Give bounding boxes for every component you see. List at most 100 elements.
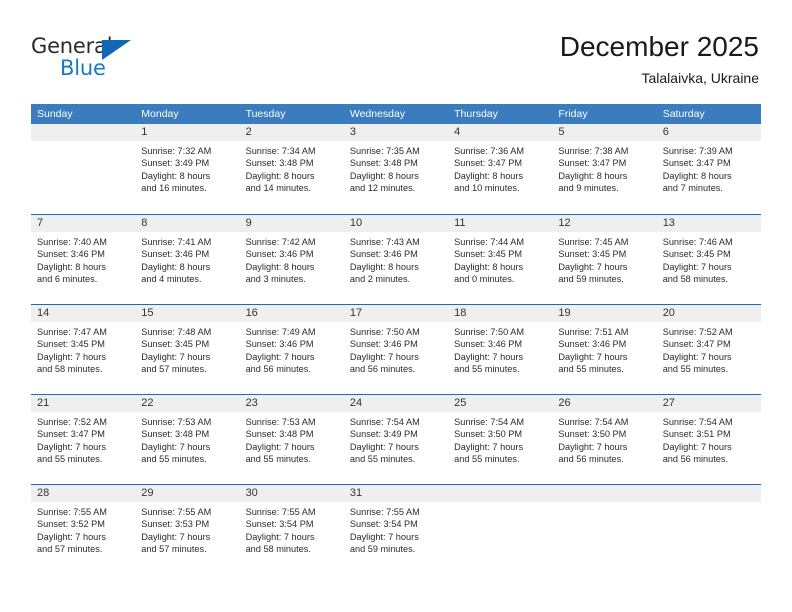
day-number: 1 (135, 124, 240, 141)
daylight-text: Daylight: 7 hours (37, 441, 106, 452)
weekday-header-tuesday: Tuesday (245, 108, 286, 120)
day-number: 24 (343, 395, 449, 412)
daylight-text: Daylight: 8 hours (37, 261, 106, 272)
weekday-header-friday: Friday (558, 108, 588, 120)
daylight-text: and 14 minutes. (245, 183, 311, 194)
sunrise-text: Sunrise: 7:55 AM (141, 507, 212, 517)
day-number (552, 485, 657, 502)
calendar-day-cell[interactable]: 27 Sunrise: 7:54 AM Sunset: 3:51 PM Dayligh… (656, 395, 761, 484)
calendar-day-cell[interactable]: 18 Sunrise: 7:50 AM Sunset: 3:46 PM Dayligh… (448, 305, 553, 394)
day-details: Sunrise: 7:36 AM Sunset: 3:47 PM Daylight:… (448, 141, 552, 195)
day-details: Sunrise: 7:34 AM Sunset: 3:48 PM Daylight:… (240, 141, 344, 195)
daylight-text: and 56 minutes. (558, 454, 624, 465)
sunset-text: Sunset: 3:48 PM (245, 158, 314, 169)
calendar-day-cell[interactable]: 6 Sunrise: 7:39 AM Sunset: 3:47 PM Daylight… (656, 124, 761, 214)
sunrise-text: Sunrise: 7:52 AM (662, 327, 733, 337)
daylight-text: and 56 minutes. (662, 454, 729, 465)
sunset-text: Sunset: 3:45 PM (37, 339, 105, 350)
daylight-text: Daylight: 8 hours (662, 170, 732, 181)
daylight-text: Daylight: 7 hours (454, 441, 524, 452)
calendar-day-cell[interactable]: 14 Sunrise: 7:47 AM Sunset: 3:45 PM Dayligh… (31, 305, 136, 394)
calendar-day-cell[interactable]: 23 Sunrise: 7:53 AM Sunset: 3:48 PM Dayligh… (239, 395, 344, 484)
daylight-text: Daylight: 7 hours (558, 261, 628, 272)
calendar-day-cell[interactable]: 31 Sunrise: 7:55 AM Sunset: 3:54 PM Dayligh… (343, 485, 449, 574)
calendar-week-row: 1 Sunrise: 7:32 AM Sunset: 3:49 PM Daylight… (31, 124, 761, 214)
day-number: 18 (448, 305, 553, 322)
day-number: 29 (135, 485, 240, 502)
calendar-day-cell[interactable]: 17 Sunrise: 7:50 AM Sunset: 3:46 PM Dayligh… (343, 305, 449, 394)
calendar-day-cell[interactable]: 29 Sunrise: 7:55 AM Sunset: 3:53 PM Dayligh… (135, 485, 240, 574)
sunrise-text: Sunrise: 7:48 AM (141, 327, 212, 337)
calendar-day-cell[interactable]: 13 Sunrise: 7:46 AM Sunset: 3:45 PM Dayligh… (656, 215, 761, 304)
calendar-day-cell[interactable]: 24 Sunrise: 7:54 AM Sunset: 3:49 PM Dayligh… (343, 395, 449, 484)
general-blue-logo[interactable]: General Blue (31, 34, 191, 86)
day-details: Sunrise: 7:50 AM Sunset: 3:46 PM Daylight:… (448, 322, 552, 376)
daylight-text: Daylight: 8 hours (558, 170, 628, 181)
day-details: Sunrise: 7:38 AM Sunset: 3:47 PM Daylight:… (552, 141, 656, 195)
day-number (448, 485, 553, 502)
calendar-day-cell[interactable]: 12 Sunrise: 7:45 AM Sunset: 3:45 PM Dayligh… (552, 215, 657, 304)
day-number: 9 (239, 215, 344, 232)
sunrise-text: Sunrise: 7:45 AM (558, 237, 629, 247)
calendar-day-cell[interactable]: 30 Sunrise: 7:55 AM Sunset: 3:54 PM Dayligh… (239, 485, 344, 574)
sunset-text: Sunset: 3:47 PM (454, 158, 523, 169)
daylight-text: Daylight: 7 hours (141, 351, 211, 362)
sunset-text: Sunset: 3:52 PM (37, 519, 105, 530)
daylight-text: and 9 minutes. (558, 183, 619, 194)
calendar-day-cell[interactable]: 25 Sunrise: 7:54 AM Sunset: 3:50 PM Dayligh… (448, 395, 553, 484)
daylight-text: and 59 minutes. (558, 274, 624, 285)
daylight-text: Daylight: 8 hours (245, 261, 315, 272)
calendar-day-cell[interactable]: 28 Sunrise: 7:55 AM Sunset: 3:52 PM Dayligh… (31, 485, 136, 574)
day-number: 19 (552, 305, 657, 322)
day-details: Sunrise: 7:35 AM Sunset: 3:48 PM Daylight:… (344, 141, 448, 195)
sunset-text: Sunset: 3:48 PM (141, 429, 210, 440)
day-details: Sunrise: 7:54 AM Sunset: 3:49 PM Daylight:… (344, 412, 448, 466)
calendar-day-cell[interactable]: 19 Sunrise: 7:51 AM Sunset: 3:46 PM Dayligh… (552, 305, 657, 394)
calendar-day-cell[interactable]: 8 Sunrise: 7:41 AM Sunset: 3:46 PM Daylight… (135, 215, 240, 304)
day-number: 10 (343, 215, 449, 232)
calendar-day-cell[interactable]: 16 Sunrise: 7:49 AM Sunset: 3:46 PM Dayligh… (239, 305, 344, 394)
calendar-day-cell-empty (552, 485, 657, 574)
day-details: Sunrise: 7:48 AM Sunset: 3:45 PM Daylight:… (135, 322, 239, 376)
calendar-day-cell[interactable]: 11 Sunrise: 7:44 AM Sunset: 3:45 PM Dayligh… (448, 215, 553, 304)
calendar-day-cell[interactable]: 10 Sunrise: 7:43 AM Sunset: 3:46 PM Dayligh… (343, 215, 449, 304)
calendar-day-cell[interactable]: 15 Sunrise: 7:48 AM Sunset: 3:45 PM Dayligh… (135, 305, 240, 394)
sunset-text: Sunset: 3:46 PM (37, 249, 105, 260)
daylight-text: Daylight: 8 hours (349, 261, 419, 272)
page-title: December 2025 (559, 31, 759, 62)
calendar-day-cell[interactable]: 26 Sunrise: 7:54 AM Sunset: 3:50 PM Dayligh… (552, 395, 657, 484)
day-details: Sunrise: 7:54 AM Sunset: 3:51 PM Daylight:… (657, 412, 761, 466)
sunrise-text: Sunrise: 7:53 AM (141, 417, 212, 427)
day-number (656, 485, 761, 502)
day-details: Sunrise: 7:55 AM Sunset: 3:54 PM Daylight:… (344, 502, 448, 556)
daylight-text: Daylight: 7 hours (245, 441, 315, 452)
calendar-day-cell[interactable]: 1 Sunrise: 7:32 AM Sunset: 3:49 PM Daylight… (135, 124, 240, 214)
day-number: 13 (656, 215, 761, 232)
calendar-day-cell[interactable]: 9 Sunrise: 7:42 AM Sunset: 3:46 PM Daylight… (239, 215, 344, 304)
daylight-text: and 56 minutes. (349, 364, 416, 375)
weekday-header-monday: Monday (141, 108, 179, 120)
calendar-day-cell[interactable]: 3 Sunrise: 7:35 AM Sunset: 3:48 PM Daylight… (343, 124, 449, 214)
calendar-day-cell[interactable]: 20 Sunrise: 7:52 AM Sunset: 3:47 PM Dayligh… (656, 305, 761, 394)
calendar-day-cell[interactable]: 2 Sunrise: 7:34 AM Sunset: 3:48 PM Daylight… (239, 124, 344, 214)
sunset-text: Sunset: 3:46 PM (349, 339, 418, 350)
daylight-text: and 59 minutes. (349, 544, 416, 555)
daylight-text: Daylight: 8 hours (349, 170, 419, 181)
weekday-header-saturday: Saturday (662, 108, 705, 120)
daylight-text: and 55 minutes. (558, 364, 624, 375)
calendar-day-cell[interactable]: 22 Sunrise: 7:53 AM Sunset: 3:48 PM Dayligh… (135, 395, 240, 484)
daylight-text: Daylight: 8 hours (454, 170, 524, 181)
daylight-text: and 2 minutes. (349, 274, 411, 285)
calendar-day-cell[interactable]: 4 Sunrise: 7:36 AM Sunset: 3:47 PM Daylight… (448, 124, 553, 214)
sunset-text: Sunset: 3:45 PM (141, 339, 210, 350)
calendar-day-cell[interactable]: 5 Sunrise: 7:38 AM Sunset: 3:47 PM Daylight… (552, 124, 657, 214)
calendar-week-row: 7 Sunrise: 7:40 AM Sunset: 3:46 PM Daylight… (31, 214, 761, 304)
calendar-day-cell[interactable]: 21 Sunrise: 7:52 AM Sunset: 3:47 PM Dayligh… (31, 395, 136, 484)
sunrise-text: Sunrise: 7:54 AM (349, 417, 420, 427)
calendar-day-cell-empty (31, 124, 136, 214)
daylight-text: and 58 minutes. (37, 364, 103, 375)
day-details: Sunrise: 7:52 AM Sunset: 3:47 PM Daylight:… (657, 322, 761, 376)
day-number: 26 (552, 395, 657, 412)
sunset-text: Sunset: 3:45 PM (454, 249, 523, 260)
calendar-day-cell[interactable]: 7 Sunrise: 7:40 AM Sunset: 3:46 PM Daylight… (31, 215, 136, 304)
